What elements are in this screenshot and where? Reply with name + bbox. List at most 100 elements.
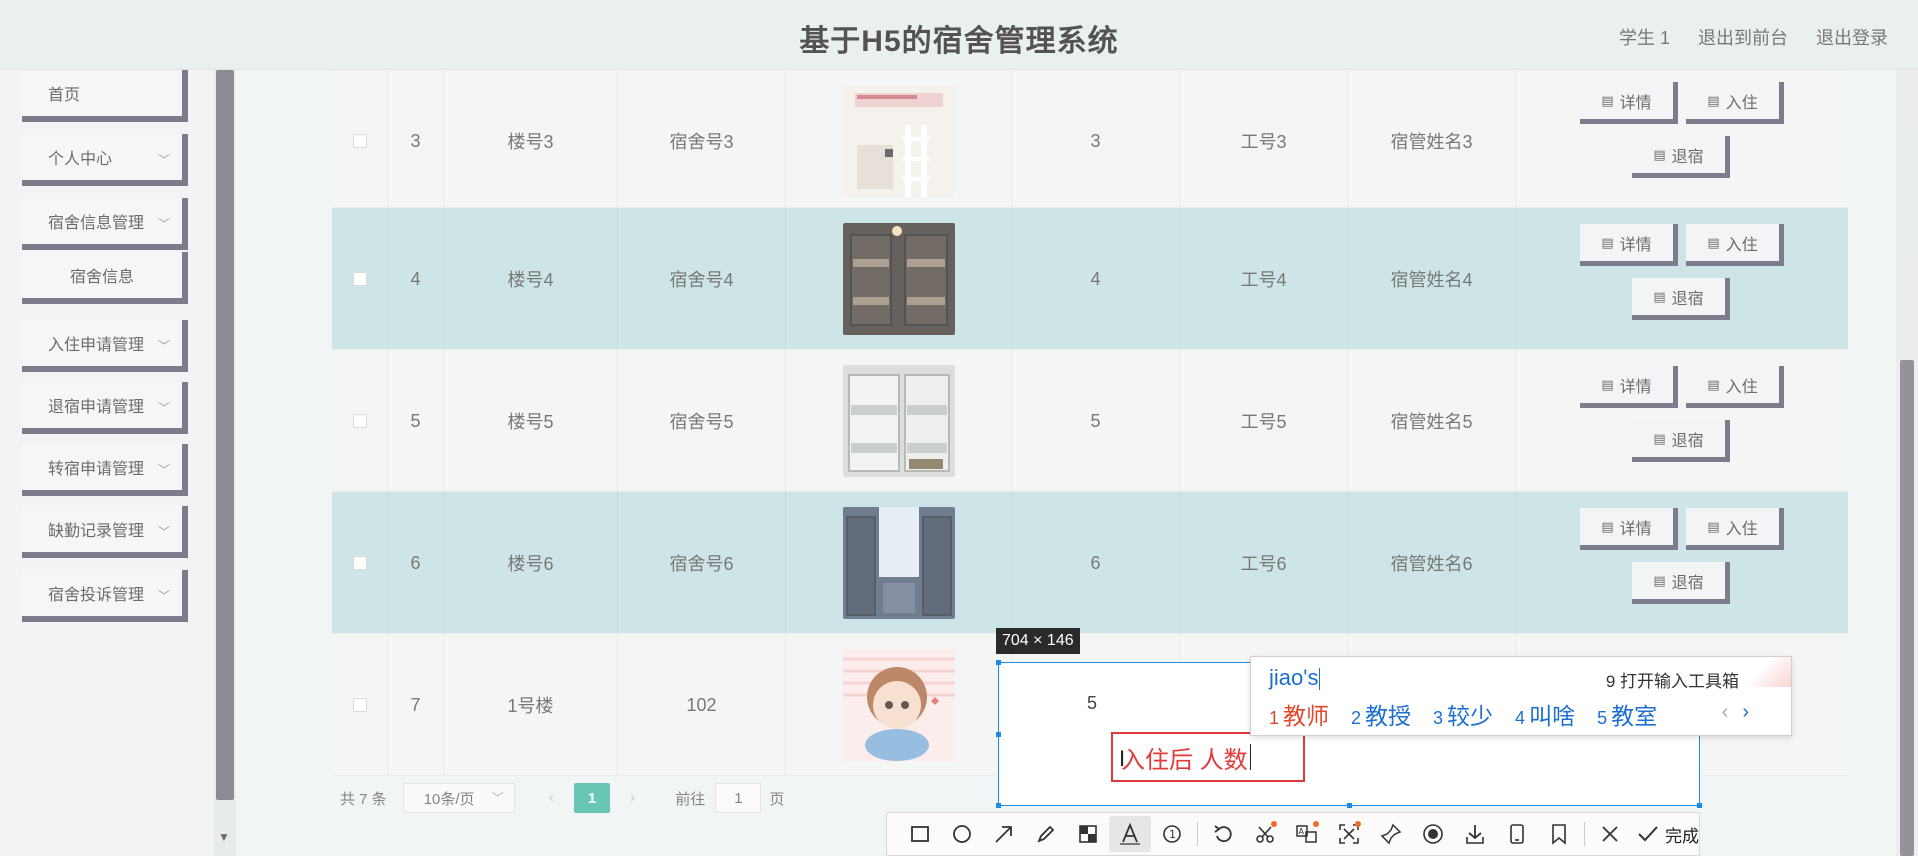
detail-button[interactable]: ▤ 详情 (1580, 224, 1678, 266)
sidebar-item-transfer-mgmt[interactable]: 转宿申请管理 ﹀ (22, 444, 188, 496)
resize-handle[interactable] (996, 732, 1001, 737)
toolbar-separator (1584, 822, 1585, 846)
cell-staff-name: 宿管姓名6 (1348, 492, 1516, 634)
resize-handle[interactable] (996, 803, 1001, 808)
ocr-icon[interactable] (1328, 816, 1370, 852)
ime-candidate-number: 5 (1597, 708, 1608, 728)
prev-page-icon[interactable]: ‹ (549, 789, 554, 807)
pin-icon[interactable] (1370, 816, 1412, 852)
close-icon[interactable] (1589, 816, 1631, 852)
cell-staff-id: 工号6 (1180, 492, 1348, 634)
row-checkbox[interactable] (352, 272, 367, 286)
ime-candidate[interactable]: 5 教室 (1597, 697, 1657, 731)
resize-handle[interactable] (996, 660, 1001, 665)
phone-icon[interactable] (1496, 816, 1538, 852)
ime-candidate-number: 4 (1515, 708, 1526, 728)
checkin-button[interactable]: ▤ 入住 (1686, 224, 1784, 266)
page-size-value: 10条/页 (423, 790, 475, 808)
sidebar-item-label: 缺勤记录管理 (48, 523, 145, 540)
ime-next-page-icon[interactable]: › (1742, 701, 1749, 724)
checkin-button[interactable]: ▤ 入住 (1686, 508, 1784, 550)
ime-prev-page-icon[interactable]: ‹ (1722, 701, 1729, 724)
scroll-down-arrow-icon[interactable]: ▼ (218, 830, 230, 844)
translate-icon[interactable]: A (1286, 816, 1328, 852)
checkout-button[interactable]: ▤ 退宿 (1632, 278, 1730, 320)
text-icon[interactable] (1109, 816, 1151, 852)
document-icon: ▤ (1707, 518, 1720, 534)
page-scroll-thumb[interactable] (1900, 360, 1914, 856)
sidebar-item-checkin-mgmt[interactable]: 入住申请管理 ﹀ (22, 320, 188, 372)
checkout-button[interactable]: ▤ 退宿 (1632, 136, 1730, 178)
table-row: 3 楼号3 宿舍号3 3 工号3 宿管姓名3 ▤ 详情 ▤ 入住 ▤ 退宿 (332, 70, 1848, 212)
mosaic-icon[interactable] (1067, 816, 1109, 852)
table-row: 5 楼号5 宿舍号5 5 工号5 宿管姓名5 ▤ 详情 ▤ 入住 ▤ 退宿 (332, 350, 1848, 492)
checkout-button[interactable]: ▤ 退宿 (1632, 562, 1730, 604)
cell-building: 楼号6 (444, 492, 618, 634)
sidebar-item-home[interactable]: 首页 (22, 70, 188, 122)
chevron-down-icon: ﹀ (157, 217, 170, 231)
ime-candidate-text: 教师 (1283, 703, 1330, 729)
goto-page-input[interactable]: 1 (715, 783, 762, 813)
row-checkbox[interactable] (352, 134, 367, 148)
sidebar-item-label: 入住申请管理 (48, 337, 145, 354)
ime-candidate[interactable]: 2 教授 (1351, 697, 1411, 731)
sidebar-item-checkout-mgmt[interactable]: 退宿申请管理 ﹀ (22, 382, 188, 434)
cell-beds: 5 (1012, 350, 1180, 492)
checkin-button[interactable]: ▤ 入住 (1686, 82, 1784, 124)
sidebar-item-absence-mgmt[interactable]: 缺勤记录管理 ﹀ (22, 506, 188, 558)
ellipse-icon[interactable] (941, 816, 983, 852)
chevron-down-icon: ﹀ (491, 791, 504, 805)
done-button[interactable]: 完成 (1637, 822, 1699, 847)
resize-handle[interactable] (1697, 803, 1702, 808)
ime-toolbox-link[interactable]: 9 打开输入工具箱 (1606, 667, 1739, 692)
ime-candidate[interactable]: 1 教师 (1269, 697, 1329, 731)
current-page[interactable]: 1 (574, 783, 611, 813)
cell-staff-id: 工号4 (1180, 208, 1348, 350)
sidebar-item-label: 退宿申请管理 (48, 399, 145, 416)
nav-back-to-front[interactable]: 退出到前台 (1698, 24, 1788, 50)
document-icon: ▤ (1653, 430, 1666, 446)
sidebar-item-dorm-info-mgmt[interactable]: 宿舍信息管理 ﹀ (22, 198, 188, 250)
row-checkbox[interactable] (352, 698, 367, 712)
rectangle-icon[interactable] (899, 816, 941, 852)
svg-text:1: 1 (1169, 828, 1176, 841)
detail-button-label: 详情 (1619, 378, 1652, 396)
pen-icon[interactable] (1025, 816, 1067, 852)
cell-building: 1号楼 (444, 634, 618, 776)
number-icon[interactable]: 1 (1151, 816, 1193, 852)
detail-button-label: 详情 (1619, 236, 1652, 254)
ime-candidate[interactable]: 4 叫啥 (1515, 697, 1575, 731)
row-checkbox[interactable] (352, 414, 367, 428)
ime-candidates: 1 教师 2 教授 3 较少 4 叫啥 5 教室 (1269, 697, 1657, 731)
nav-logout[interactable]: 退出登录 (1816, 24, 1888, 50)
page-size-select[interactable]: 10条/页 ﹀ (402, 783, 515, 813)
detail-button-label: 详情 (1619, 94, 1652, 112)
annotation-text-input[interactable]: I 入住后 人数 (1111, 732, 1305, 782)
next-page-icon[interactable]: › (630, 789, 635, 807)
sidebar-item-dorm-info[interactable]: 宿舍信息 (22, 252, 188, 304)
resize-handle[interactable] (1347, 803, 1352, 808)
sidebar-item-complaint-mgmt[interactable]: 宿舍投诉管理 ﹀ (22, 570, 188, 622)
selection-size-label: 704 × 146 (996, 628, 1080, 654)
bookmark-icon[interactable] (1538, 816, 1580, 852)
cut-icon[interactable] (1244, 816, 1286, 852)
nav-user[interactable]: 学生 1 (1619, 24, 1670, 50)
download-icon[interactable] (1454, 816, 1496, 852)
arrow-icon[interactable] (983, 816, 1025, 852)
checkout-button-label: 退宿 (1671, 148, 1704, 166)
new-badge (1271, 821, 1277, 827)
record-icon[interactable] (1412, 816, 1454, 852)
checkin-button[interactable]: ▤ 入住 (1686, 366, 1784, 408)
checkout-button[interactable]: ▤ 退宿 (1632, 420, 1730, 462)
undo-icon[interactable] (1202, 816, 1244, 852)
detail-button[interactable]: ▤ 详情 (1580, 508, 1678, 550)
detail-button[interactable]: ▤ 详情 (1580, 366, 1678, 408)
ime-candidate-number: 3 (1433, 708, 1444, 728)
dorm-photo (842, 85, 955, 197)
sidebar-item-profile[interactable]: 个人中心 ﹀ (22, 134, 188, 186)
page-scrollbar[interactable] (1896, 70, 1918, 856)
ime-candidate[interactable]: 3 较少 (1433, 697, 1493, 731)
sidebar-scroll-thumb[interactable] (216, 70, 234, 800)
detail-button[interactable]: ▤ 详情 (1580, 82, 1678, 124)
row-checkbox[interactable] (352, 556, 367, 570)
